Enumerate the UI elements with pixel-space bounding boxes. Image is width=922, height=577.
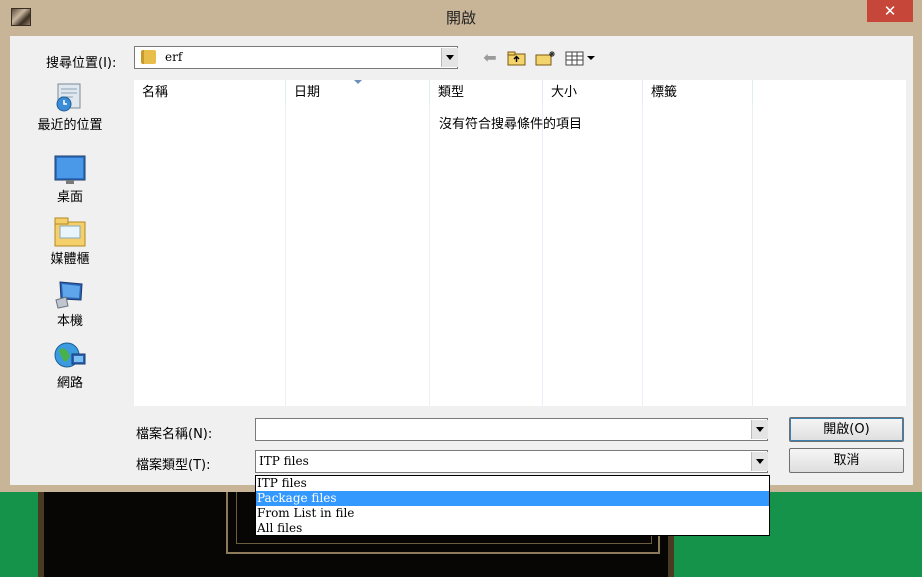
lookin-label: 搜尋位置(I): (46, 56, 117, 71)
lookin-value: erf (165, 50, 183, 64)
filename-label: 檔案名稱(N): (136, 427, 213, 442)
up-folder-icon[interactable] (507, 49, 527, 67)
filetype-option-selected[interactable]: Package files (256, 491, 769, 506)
dialog-body: 搜尋位置(I): erf ⬅ 最近的位置 桌面 媒體櫃 本機 網路 名稱 日期 … (10, 36, 913, 485)
cancel-button[interactable]: 取消 (789, 448, 904, 473)
new-folder-icon[interactable] (535, 49, 555, 67)
place-recent[interactable]: 最近的位置 (26, 82, 114, 133)
filetype-dropdown-arrow[interactable] (751, 452, 768, 471)
filetype-combo[interactable]: ITP files (255, 450, 768, 473)
filetype-dropdown-list[interactable]: ITP files Package files From List in fil… (255, 475, 770, 536)
filename-input[interactable] (255, 418, 768, 441)
open-button[interactable]: 開啟(O) (789, 417, 904, 442)
place-network[interactable]: 網路 (26, 340, 114, 391)
column-divider (285, 106, 286, 406)
filetype-value: ITP files (259, 454, 309, 468)
place-label: 最近的位置 (37, 118, 103, 133)
place-label: 本機 (56, 314, 83, 329)
filetype-option[interactable]: All files (256, 521, 769, 536)
lookin-combo[interactable]: erf (134, 46, 458, 69)
folder-icon (141, 50, 156, 64)
lookin-dropdown-arrow[interactable] (441, 48, 458, 67)
column-divider (429, 106, 430, 406)
column-header-date[interactable]: 日期 (286, 80, 430, 106)
filetype-label: 檔案類型(T): (136, 458, 211, 473)
column-header-name[interactable]: 名稱 (134, 80, 286, 106)
place-label: 媒體櫃 (50, 252, 90, 267)
close-button[interactable]: ✕ (867, 0, 913, 22)
window-title: 開啟 (445, 9, 476, 27)
column-divider (642, 106, 643, 406)
computer-icon (52, 278, 88, 309)
libraries-icon (52, 216, 88, 247)
column-header-size[interactable]: 大小 (543, 80, 643, 106)
column-divider (752, 106, 753, 406)
column-header-blank (753, 80, 906, 106)
back-icon[interactable]: ⬅ (480, 49, 500, 67)
filetype-option[interactable]: ITP files (256, 476, 769, 491)
empty-message: 沒有符合搜尋條件的項目 (439, 117, 583, 132)
place-desktop[interactable]: 桌面 (26, 154, 114, 205)
file-list[interactable]: 名稱 日期 類型 大小 標籤 沒有符合搜尋條件的項目 (134, 80, 906, 406)
open-dialog: 開啟 ✕ 搜尋位置(I): erf ⬅ 最近的位置 桌面 媒體櫃 本機 網路 名… (0, 0, 922, 492)
network-icon (52, 340, 88, 370)
desktop-icon (52, 154, 88, 184)
column-divider (542, 106, 543, 406)
title-bar[interactable]: 開啟 ✕ (0, 0, 922, 36)
column-header-type[interactable]: 類型 (430, 80, 543, 106)
column-header-tags[interactable]: 標籤 (643, 80, 753, 106)
place-label: 網路 (56, 376, 83, 391)
filename-dropdown-arrow[interactable] (751, 420, 768, 439)
view-menu-icon[interactable] (565, 49, 597, 67)
recent-places-icon (52, 82, 88, 112)
place-libraries[interactable]: 媒體櫃 (26, 216, 114, 267)
place-label: 桌面 (56, 190, 83, 205)
place-computer[interactable]: 本機 (26, 278, 114, 329)
filetype-option[interactable]: From List in file (256, 506, 769, 521)
